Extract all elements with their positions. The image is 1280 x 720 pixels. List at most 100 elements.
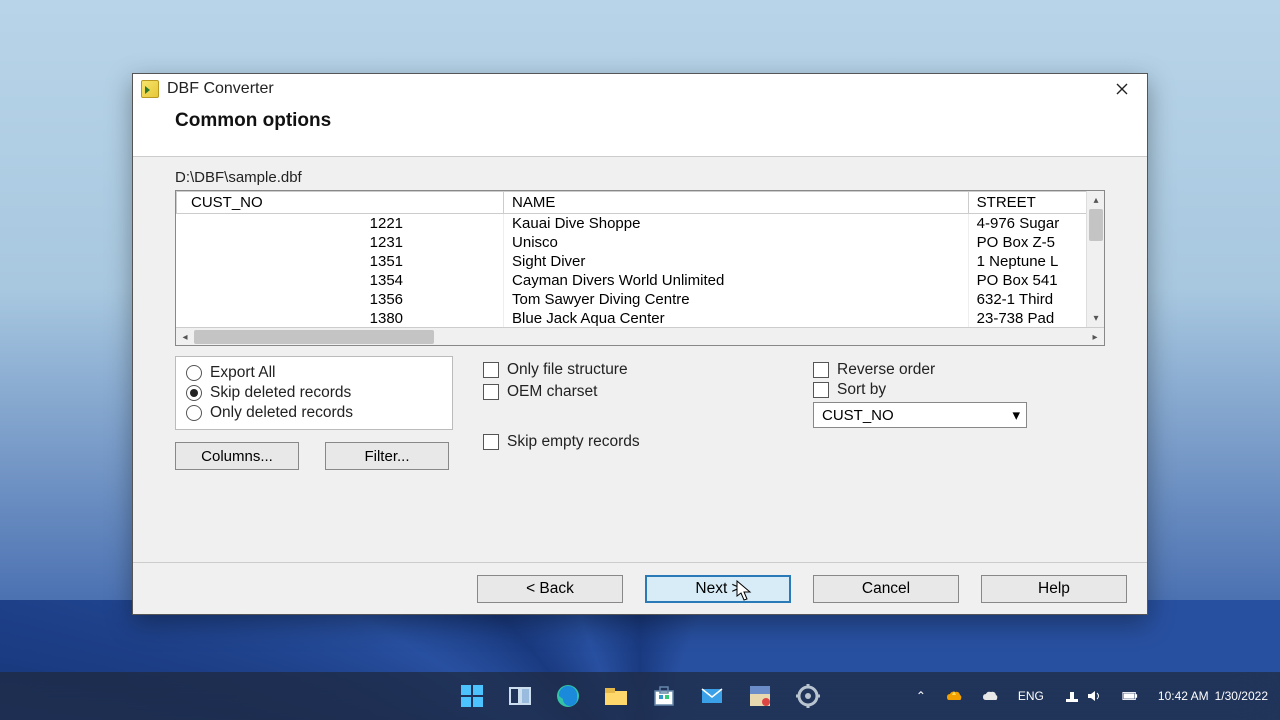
column-header-custno[interactable]: CUST_NO xyxy=(177,192,504,214)
cell-name: Blue Jack Aqua Center xyxy=(504,309,969,327)
edge-icon[interactable] xyxy=(547,676,589,716)
cell-custno: 1354 xyxy=(177,271,504,290)
next-button[interactable]: Next > xyxy=(645,575,791,603)
dialog-body: D:\DBF\sample.dbf CUST_NO NAME STREET 12… xyxy=(133,157,1147,562)
settings-icon[interactable] xyxy=(787,676,829,716)
checkbox-label: OEM charset xyxy=(507,383,597,401)
wizard-header: Common options xyxy=(133,104,1147,157)
checkbox-only-structure[interactable]: Only file structure xyxy=(483,360,783,380)
store-icon[interactable] xyxy=(643,676,685,716)
clock-date: 1/30/2022 xyxy=(1215,689,1268,703)
export-mode-group: Export All Skip deleted records Only del… xyxy=(175,356,453,430)
columns-button[interactable]: Columns... xyxy=(175,442,299,470)
radio-export-all[interactable]: Export All xyxy=(186,363,438,383)
cell-custno: 1351 xyxy=(177,252,504,271)
file-path-label: D:\DBF\sample.dbf xyxy=(175,169,1105,186)
checkbox-label: Skip empty records xyxy=(507,433,640,451)
table-row[interactable]: 1351Sight Diver1 Neptune L xyxy=(177,252,1104,271)
cancel-button[interactable]: Cancel xyxy=(813,575,959,603)
scroll-right-button[interactable]: ▸ xyxy=(1086,328,1104,346)
table-row[interactable]: 1380Blue Jack Aqua Center23-738 Pad xyxy=(177,309,1104,327)
radio-icon xyxy=(186,405,202,421)
cell-custno: 1221 xyxy=(177,214,504,234)
close-icon xyxy=(1115,82,1129,96)
volume-icon xyxy=(1086,688,1102,704)
column-header-street[interactable]: STREET xyxy=(968,192,1103,214)
checkbox-reverse-order[interactable]: Reverse order xyxy=(813,360,1043,380)
checkbox-sort-by[interactable]: Sort by xyxy=(813,380,1043,400)
cell-name: Kauai Dive Shoppe xyxy=(504,214,969,234)
back-button[interactable]: < Back xyxy=(477,575,623,603)
titlebar: DBF Converter xyxy=(133,74,1147,104)
tray-overflow-button[interactable]: ⌃ xyxy=(912,687,930,705)
cloud-icon[interactable] xyxy=(978,686,1002,706)
scroll-down-button[interactable]: ▾ xyxy=(1087,309,1104,327)
clock[interactable]: 10:42 AM 1/30/2022 xyxy=(1154,687,1272,705)
sort-by-dropdown[interactable]: CUST_NO ▾ xyxy=(813,402,1027,428)
cell-name: Cayman Divers World Unlimited xyxy=(504,271,969,290)
onedrive-icon[interactable] xyxy=(942,686,966,706)
scroll-thumb-vertical[interactable] xyxy=(1089,209,1103,241)
data-grid[interactable]: CUST_NO NAME STREET 1221Kauai Dive Shopp… xyxy=(175,190,1105,346)
dbf-converter-dialog: DBF Converter Common options D:\DBF\samp… xyxy=(132,73,1148,615)
radio-label: Export All xyxy=(210,364,275,382)
system-tray: ⌃ ENG 10:42 AM 1/30/2022 xyxy=(912,686,1272,706)
checkbox-skip-empty[interactable]: Skip empty records xyxy=(483,432,783,452)
cell-street: PO Box Z-5 xyxy=(968,233,1103,252)
app-icon xyxy=(141,80,159,98)
data-table: CUST_NO NAME STREET 1221Kauai Dive Shopp… xyxy=(176,191,1104,327)
checkbox-label: Sort by xyxy=(837,381,886,399)
table-row[interactable]: 1231UniscoPO Box Z-5 xyxy=(177,233,1104,252)
cell-name: Unisco xyxy=(504,233,969,252)
checkbox-icon xyxy=(483,384,499,400)
table-row[interactable]: 1354Cayman Divers World UnlimitedPO Box … xyxy=(177,271,1104,290)
table-row[interactable]: 1356Tom Sawyer Diving Centre632-1 Third xyxy=(177,290,1104,309)
cell-custno: 1356 xyxy=(177,290,504,309)
cell-street: 632-1 Third xyxy=(968,290,1103,309)
column-header-name[interactable]: NAME xyxy=(504,192,969,214)
checkbox-icon xyxy=(813,362,829,378)
section-heading: Common options xyxy=(175,110,1105,132)
checkbox-oem-charset[interactable]: OEM charset xyxy=(483,382,783,402)
cell-street: 1 Neptune L xyxy=(968,252,1103,271)
scroll-up-button[interactable]: ▴ xyxy=(1087,191,1104,209)
cell-street: PO Box 541 xyxy=(968,271,1103,290)
window-title: DBF Converter xyxy=(167,80,1101,98)
app-icon-1[interactable] xyxy=(739,676,781,716)
wizard-footer: < Back Next > Cancel Help xyxy=(133,562,1147,614)
battery-icon[interactable] xyxy=(1118,686,1142,706)
cell-name: Sight Diver xyxy=(504,252,969,271)
radio-icon xyxy=(186,365,202,381)
task-view-button[interactable] xyxy=(499,676,541,716)
language-indicator[interactable]: ENG xyxy=(1014,687,1048,705)
checkbox-icon xyxy=(483,362,499,378)
chevron-down-icon: ▾ xyxy=(1012,406,1020,424)
scroll-left-button[interactable]: ◂ xyxy=(176,328,194,346)
radio-only-deleted[interactable]: Only deleted records xyxy=(186,403,438,423)
checkbox-icon xyxy=(813,382,829,398)
vertical-scrollbar[interactable]: ▴ ▾ xyxy=(1086,191,1104,327)
cell-custno: 1231 xyxy=(177,233,504,252)
table-row[interactable]: 1221Kauai Dive Shoppe4-976 Sugar xyxy=(177,214,1104,234)
cell-custno: 1380 xyxy=(177,309,504,327)
taskbar-pinned-apps xyxy=(451,676,829,716)
radio-icon xyxy=(186,385,202,401)
start-button[interactable] xyxy=(451,676,493,716)
dropdown-value: CUST_NO xyxy=(822,407,894,424)
cell-street: 4-976 Sugar xyxy=(968,214,1103,234)
cell-name: Tom Sawyer Diving Centre xyxy=(504,290,969,309)
help-button[interactable]: Help xyxy=(981,575,1127,603)
filter-button[interactable]: Filter... xyxy=(325,442,449,470)
horizontal-scrollbar[interactable]: ◂ ▸ xyxy=(176,327,1104,345)
close-button[interactable] xyxy=(1101,76,1143,102)
wifi-icon xyxy=(1064,688,1080,704)
file-explorer-icon[interactable] xyxy=(595,676,637,716)
radio-label: Skip deleted records xyxy=(210,384,351,402)
scroll-thumb-horizontal[interactable] xyxy=(194,330,434,344)
mail-icon[interactable] xyxy=(691,676,733,716)
cell-street: 23-738 Pad xyxy=(968,309,1103,327)
radio-label: Only deleted records xyxy=(210,404,353,422)
checkbox-label: Reverse order xyxy=(837,361,935,379)
network-volume-tray[interactable] xyxy=(1060,686,1106,706)
radio-skip-deleted[interactable]: Skip deleted records xyxy=(186,383,438,403)
